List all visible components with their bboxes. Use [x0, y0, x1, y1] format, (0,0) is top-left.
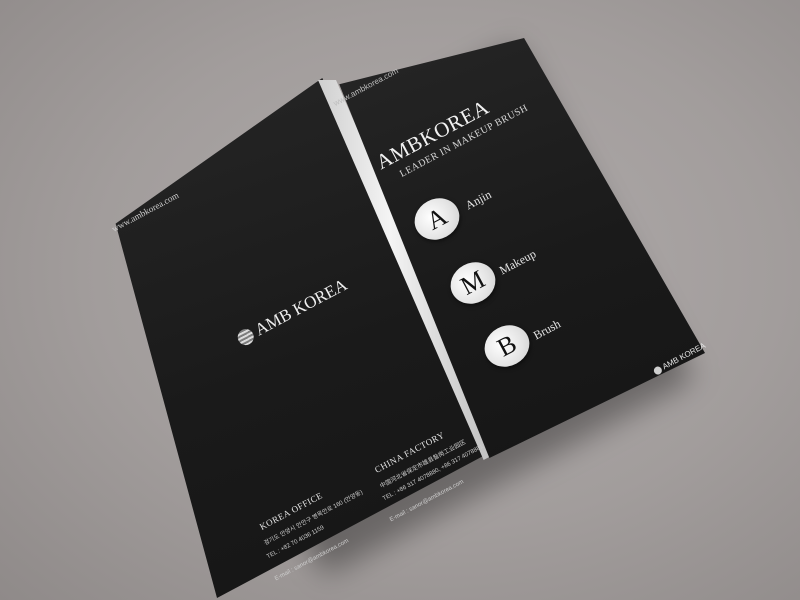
brochure-mockup: www.ambkorea.com AMB KOREA KOREA OFFICE …: [0, 0, 800, 600]
